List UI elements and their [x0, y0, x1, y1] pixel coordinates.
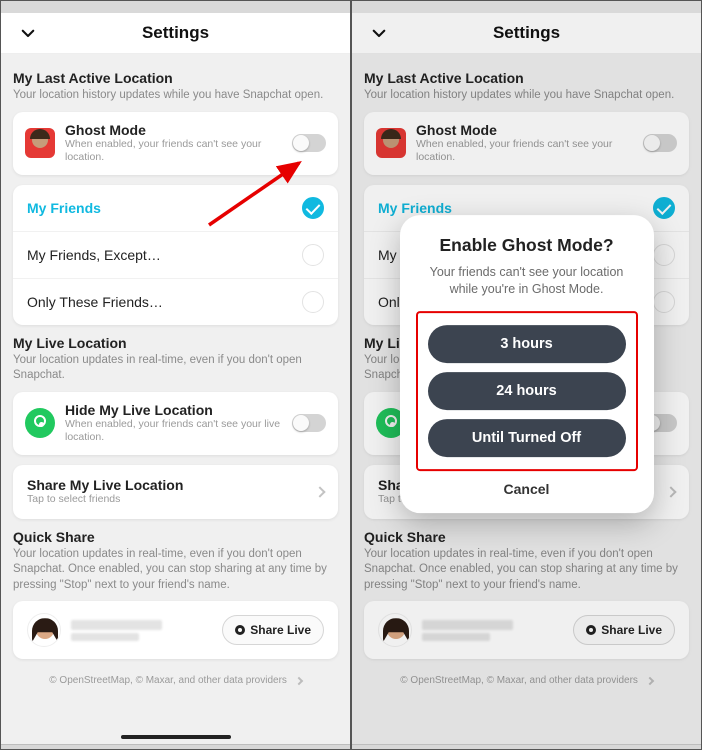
ghost-mode-modal: Enable Ghost Mode? Your friends can't se… — [400, 215, 654, 513]
option-label: My Friends — [27, 200, 302, 216]
section-title-live: My Live Location — [13, 335, 338, 351]
section-title-quick: Quick Share — [13, 529, 338, 545]
page-title: Settings — [142, 23, 209, 43]
visibility-options-card: My Friends My Friends, Except… Only Thes… — [13, 185, 338, 325]
statusbar — [1, 1, 350, 13]
share-live-button[interactable]: Share Live — [573, 615, 675, 645]
pin-icon — [235, 625, 245, 635]
header: Settings — [1, 13, 350, 54]
radio-icon[interactable] — [302, 291, 324, 313]
redacted-friend-name — [422, 617, 573, 644]
ghost-mode-card: Ghost Mode When enabled, your friends ca… — [13, 112, 338, 175]
hide-live-card: Hide My Live Location When enabled, your… — [13, 392, 338, 455]
option-label: My Friends — [378, 200, 653, 216]
option-label: My Friends, Except… — [27, 247, 302, 263]
radio-icon[interactable] — [302, 244, 324, 266]
home-indicator — [121, 735, 231, 739]
duration-24-hours-button[interactable]: 24 hours — [428, 372, 626, 410]
share-live-button[interactable]: Share Live — [222, 615, 324, 645]
radio-icon[interactable] — [653, 244, 675, 266]
quick-share-card: Share Live — [13, 601, 338, 659]
share-live-button-label: Share Live — [601, 623, 662, 637]
annotation-highlight: 3 hours 24 hours Until Turned Off — [416, 311, 638, 471]
duration-until-off-button[interactable]: Until Turned Off — [428, 419, 626, 457]
section-title-last-active: My Last Active Location — [13, 70, 338, 86]
bitmoji-avatar-icon — [376, 128, 406, 158]
option-except[interactable]: My Friends, Except… — [13, 232, 338, 279]
section-title-last-active: My Last Active Location — [364, 70, 689, 86]
statusbar — [352, 1, 701, 13]
ghost-mode-sub: When enabled, your friends can't see you… — [416, 138, 643, 165]
share-live-card: Share My Live Location Tap to select fri… — [13, 465, 338, 519]
chevron-right-icon — [314, 486, 325, 497]
ghost-mode-card: Ghost Mode When enabled, your friends ca… — [364, 112, 689, 175]
section-sub-live: Your location updates in real-time, even… — [13, 353, 338, 384]
ghost-mode-sub: When enabled, your friends can't see you… — [65, 138, 292, 165]
chevron-right-icon — [645, 676, 653, 684]
hide-live-toggle[interactable] — [292, 414, 326, 432]
quick-share-card: Share Live — [364, 601, 689, 659]
chevron-right-icon — [294, 676, 302, 684]
ghost-mode-title: Ghost Mode — [416, 122, 643, 138]
modal-sub: Your friends can't see your location whi… — [424, 264, 630, 299]
cancel-button[interactable]: Cancel — [414, 471, 640, 501]
option-label: Only These Friends… — [27, 294, 302, 310]
share-live-title: Share My Live Location — [27, 477, 316, 493]
bottom-bar — [1, 744, 350, 749]
page-title: Settings — [493, 23, 560, 43]
compass-icon — [25, 408, 55, 438]
chevron-right-icon — [665, 486, 676, 497]
screenshot-right: Settings My Last Active Location Your lo… — [352, 1, 701, 749]
hide-live-title: Hide My Live Location — [65, 402, 292, 418]
share-live-row[interactable]: Share My Live Location Tap to select fri… — [13, 465, 338, 519]
ghost-mode-row[interactable]: Ghost Mode When enabled, your friends ca… — [13, 112, 338, 175]
hide-live-sub: When enabled, your friends can't see you… — [65, 418, 292, 445]
section-sub-quick: Your location updates in real-time, even… — [13, 547, 338, 594]
bitmoji-avatar-icon — [25, 128, 55, 158]
redacted-friend-name — [71, 617, 222, 644]
quick-share-row: Share Live — [364, 601, 689, 659]
bottom-bar — [352, 744, 701, 749]
section-sub-last-active: Your location history updates while you … — [13, 88, 338, 104]
section-sub-quick: Your location updates in real-time, even… — [364, 547, 689, 594]
ghost-mode-title: Ghost Mode — [65, 122, 292, 138]
collapse-chevron-icon[interactable] — [19, 24, 37, 42]
ghost-mode-toggle[interactable] — [643, 134, 677, 152]
attribution-footer[interactable]: © OpenStreetMap, © Maxar, and other data… — [13, 669, 338, 696]
option-my-friends[interactable]: My Friends — [13, 185, 338, 232]
screenshot-left: Settings My Last Active Location Your lo… — [1, 1, 350, 749]
option-only[interactable]: Only These Friends… — [13, 279, 338, 325]
quick-share-row: Share Live — [13, 601, 338, 659]
duration-3-hours-button[interactable]: 3 hours — [428, 325, 626, 363]
section-title-quick: Quick Share — [364, 529, 689, 545]
pin-icon — [586, 625, 596, 635]
section-sub-last-active: Your location history updates while you … — [364, 88, 689, 104]
modal-title: Enable Ghost Mode? — [414, 235, 640, 256]
friend-avatar-icon — [27, 613, 61, 647]
ghost-mode-toggle[interactable] — [292, 134, 326, 152]
hide-live-row[interactable]: Hide My Live Location When enabled, your… — [13, 392, 338, 455]
radio-selected-icon[interactable] — [302, 197, 324, 219]
attribution-footer[interactable]: © OpenStreetMap, © Maxar, and other data… — [364, 669, 689, 696]
header: Settings — [352, 13, 701, 54]
friend-avatar-icon — [378, 613, 412, 647]
radio-icon[interactable] — [653, 291, 675, 313]
share-live-button-label: Share Live — [250, 623, 311, 637]
share-live-sub: Tap to select friends — [27, 493, 316, 507]
ghost-mode-row[interactable]: Ghost Mode When enabled, your friends ca… — [364, 112, 689, 175]
collapse-chevron-icon[interactable] — [370, 24, 388, 42]
radio-selected-icon[interactable] — [653, 197, 675, 219]
